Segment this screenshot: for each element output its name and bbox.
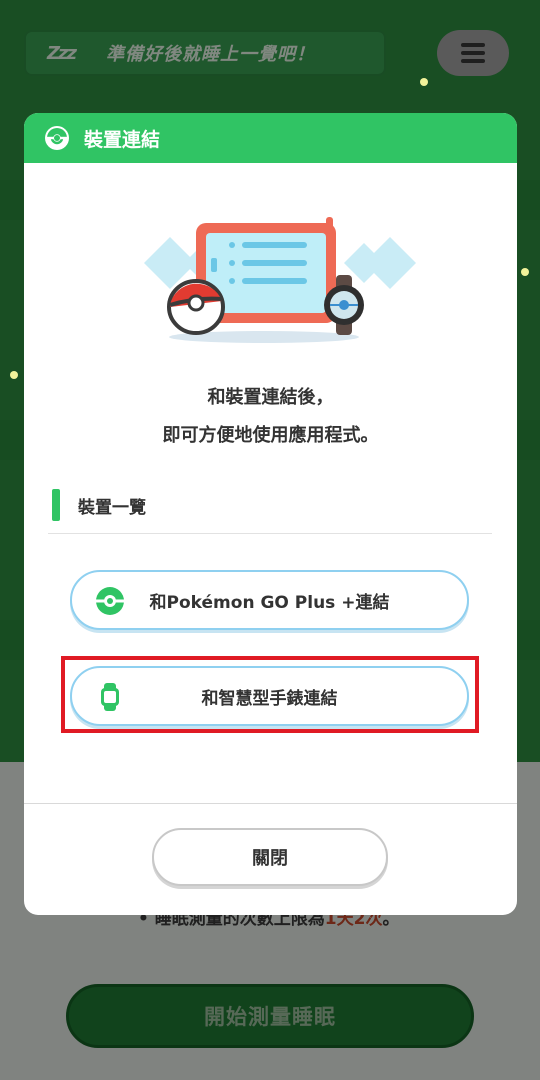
pokeball-icon — [45, 126, 69, 150]
device-link-dialog: 裝置連結 和裝置連結後， 即可方便地使用應用程式。 裝置一覽 和Pokémon … — [24, 113, 517, 915]
firefly-dot — [420, 78, 428, 86]
devices-illustration — [144, 217, 416, 343]
section-accent-bar — [52, 489, 60, 521]
description-line-2: 即可方便地使用應用程式。 — [162, 425, 379, 446]
connect-go-plus-button[interactable]: 和Pokémon GO Plus +連結 — [70, 570, 469, 630]
dialog-description: 和裝置連結後， 即可方便地使用應用程式。 — [24, 379, 517, 455]
highlight-annotation-box — [61, 656, 479, 733]
firefly-dot — [521, 268, 529, 276]
footer-divider — [24, 803, 517, 804]
connect-go-plus-label: 和Pokémon GO Plus +連結 — [149, 592, 390, 613]
firefly-dot — [10, 371, 18, 379]
device-list-header: 裝置一覽 — [52, 489, 146, 521]
close-button[interactable]: 關閉 — [152, 828, 388, 886]
description-line-1: 和裝置連結後， — [207, 387, 334, 408]
pokeball-device — [167, 279, 225, 335]
device-list-label: 裝置一覽 — [78, 497, 146, 518]
section-divider — [48, 533, 492, 534]
go-plus-icon — [96, 587, 124, 615]
dialog-header: 裝置連結 — [24, 113, 517, 163]
dialog-title: 裝置連結 — [84, 128, 161, 151]
